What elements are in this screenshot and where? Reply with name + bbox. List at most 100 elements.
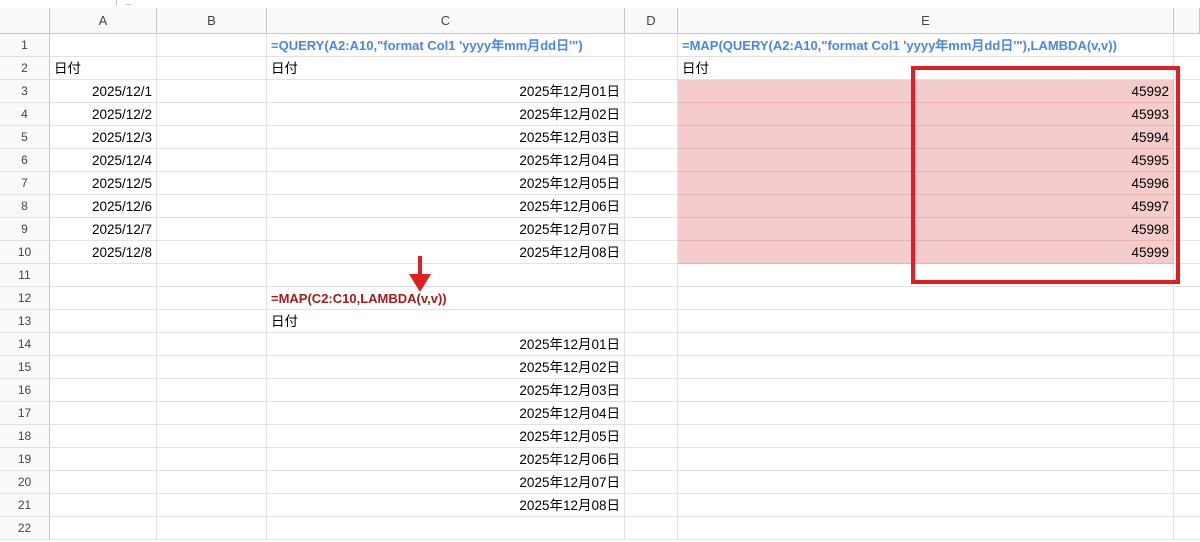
cell-a7[interactable]: 2025/12/5 [50,172,157,195]
cell-e1[interactable]: =MAP(QUERY(A2:A10,"format Col1 'yyyy年mm月… [678,34,1174,57]
row-header-3[interactable]: 3 [0,80,50,103]
cell-e11[interactable] [678,264,1174,287]
cell-c3[interactable]: 2025年12月01日 [267,80,625,103]
cell-a16[interactable] [50,379,157,402]
cell-c1[interactable]: =QUERY(A2:A10,"format Col1 'yyyy年mm月dd日'… [267,34,625,57]
cell-b13[interactable] [157,310,267,333]
cell-d9[interactable] [625,218,678,241]
cell-a10[interactable]: 2025/12/8 [50,241,157,264]
row-header-21[interactable]: 21 [0,494,50,517]
cell-c7[interactable]: 2025年12月05日 [267,172,625,195]
cell-b18[interactable] [157,425,267,448]
cell-c22[interactable] [267,517,625,540]
cell-a15[interactable] [50,356,157,379]
cell-b1[interactable] [157,34,267,57]
cell-d16[interactable] [625,379,678,402]
cell-c17[interactable]: 2025年12月04日 [267,402,625,425]
cell-a17[interactable] [50,402,157,425]
cell-e12[interactable] [678,287,1174,310]
cell-c18[interactable]: 2025年12月05日 [267,425,625,448]
cell-e8[interactable]: 45997 [678,195,1174,218]
cell-d7[interactable] [625,172,678,195]
row-header-19[interactable]: 19 [0,448,50,471]
cell-e18[interactable] [678,425,1174,448]
row-header-10[interactable]: 10 [0,241,50,264]
cell-d6[interactable] [625,149,678,172]
cell-d14[interactable] [625,333,678,356]
row-header-15[interactable]: 15 [0,356,50,379]
cell-b22[interactable] [157,517,267,540]
cell-e6[interactable]: 45995 [678,149,1174,172]
cell-b2[interactable] [157,57,267,80]
cell-d10[interactable] [625,241,678,264]
cell-e14[interactable] [678,333,1174,356]
cell-d1[interactable] [625,34,678,57]
cell-d13[interactable] [625,310,678,333]
cell-c5[interactable]: 2025年12月03日 [267,126,625,149]
column-header-d[interactable]: D [625,8,678,34]
cell-d11[interactable] [625,264,678,287]
cell-e10[interactable]: 45999 [678,241,1174,264]
row-header-11[interactable]: 11 [0,264,50,287]
cell-d15[interactable] [625,356,678,379]
cell-d20[interactable] [625,471,678,494]
cell-c11[interactable] [267,264,625,287]
cell-b21[interactable] [157,494,267,517]
cell-b12[interactable] [157,287,267,310]
cell-c9[interactable]: 2025年12月07日 [267,218,625,241]
row-header-4[interactable]: 4 [0,103,50,126]
cell-d22[interactable] [625,517,678,540]
cell-d21[interactable] [625,494,678,517]
cell-b19[interactable] [157,448,267,471]
cell-a1[interactable] [50,34,157,57]
cell-c19[interactable]: 2025年12月06日 [267,448,625,471]
cell-c10[interactable]: 2025年12月08日 [267,241,625,264]
cell-d12[interactable] [625,287,678,310]
cell-d4[interactable] [625,103,678,126]
cell-b17[interactable] [157,402,267,425]
cell-e13[interactable] [678,310,1174,333]
row-header-2[interactable]: 2 [0,57,50,80]
cell-e5[interactable]: 45994 [678,126,1174,149]
cell-e15[interactable] [678,356,1174,379]
cell-b10[interactable] [157,241,267,264]
row-header-20[interactable]: 20 [0,471,50,494]
cell-b3[interactable] [157,80,267,103]
cell-e20[interactable] [678,471,1174,494]
cell-a13[interactable] [50,310,157,333]
row-header-7[interactable]: 7 [0,172,50,195]
cell-c2[interactable]: 日付 [267,57,625,80]
cell-c6[interactable]: 2025年12月04日 [267,149,625,172]
cell-b9[interactable] [157,218,267,241]
row-header-22[interactable]: 22 [0,517,50,540]
cell-c12[interactable]: =MAP(C2:C10,LAMBDA(v,v)) [267,287,625,310]
cell-c21[interactable]: 2025年12月08日 [267,494,625,517]
cell-a21[interactable] [50,494,157,517]
column-header-c[interactable]: C [267,8,625,34]
cell-a22[interactable] [50,517,157,540]
cell-b11[interactable] [157,264,267,287]
cell-e17[interactable] [678,402,1174,425]
row-header-5[interactable]: 5 [0,126,50,149]
cell-b6[interactable] [157,149,267,172]
row-header-1[interactable]: 1 [0,34,50,57]
cell-c14[interactable]: 2025年12月01日 [267,333,625,356]
row-header-14[interactable]: 14 [0,333,50,356]
row-header-12[interactable]: 12 [0,287,50,310]
select-all-corner[interactable] [0,8,50,34]
cell-d17[interactable] [625,402,678,425]
cell-c13[interactable]: 日付 [267,310,625,333]
cell-e9[interactable]: 45998 [678,218,1174,241]
cell-b5[interactable] [157,126,267,149]
cell-e21[interactable] [678,494,1174,517]
cell-b20[interactable] [157,471,267,494]
column-header-a[interactable]: A [50,8,157,34]
cell-a8[interactable]: 2025/12/6 [50,195,157,218]
cell-a9[interactable]: 2025/12/7 [50,218,157,241]
cell-b16[interactable] [157,379,267,402]
cell-e22[interactable] [678,517,1174,540]
row-header-18[interactable]: 18 [0,425,50,448]
cell-b14[interactable] [157,333,267,356]
cell-d19[interactable] [625,448,678,471]
cell-a18[interactable] [50,425,157,448]
